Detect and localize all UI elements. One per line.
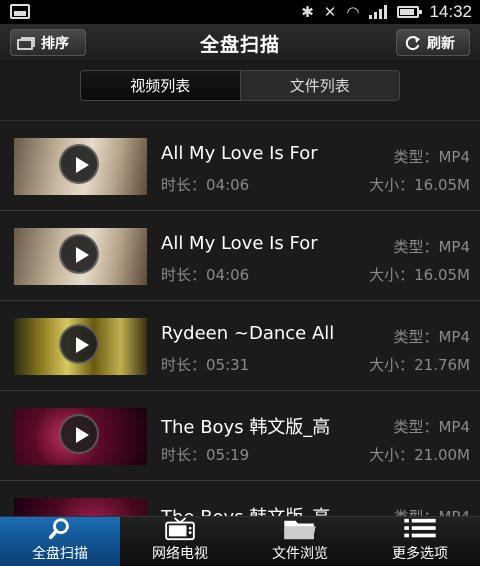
video-type: 类型：MP4 [393,328,470,346]
video-size: 大小：16.05M [369,176,470,194]
list-item[interactable]: The Boys 韩文版_高 类型：MP4 [0,481,480,516]
list-type-tabs: 视频列表 文件列表 [80,70,400,101]
status-bar: ✱ ✕ ◠ 14:32 [0,0,480,24]
video-name: Rydeen ~Dance All [161,323,335,344]
video-size: 大小：16.05M [369,266,470,284]
video-thumbnail [14,498,147,516]
video-type: 类型：MP4 [393,148,470,166]
notification-image-icon [10,4,30,19]
video-thumbnail [14,318,147,375]
refresh-icon [405,35,420,50]
list-item[interactable]: All My Love Is For 类型：MP4 时长：04:06 大小：16… [0,121,480,211]
video-type: 类型：MP4 [393,418,470,436]
video-duration: 时长：04:06 [161,266,250,284]
video-duration: 时长：05:31 [161,356,250,374]
video-size: 大小：21.76M [369,356,470,374]
video-thumbnail [14,408,147,465]
list-item[interactable]: Rydeen ~Dance All 类型：MP4 时长：05:31 大小：21.… [0,301,480,391]
video-size: 大小：21.00M [369,446,470,464]
tab-file-list[interactable]: 文件列表 [239,71,400,100]
nav-label: 文件浏览 [272,546,328,562]
nav-label: 全盘扫描 [32,546,88,562]
nav-full-scan[interactable]: 全盘扫描 [0,517,120,566]
video-duration: 时长：04:06 [161,176,250,194]
video-thumbnail [14,228,147,285]
video-thumbnail [14,138,147,195]
nav-more-options[interactable]: 更多选项 [360,517,480,566]
list-item[interactable]: The Boys 韩文版_高 类型：MP4 时长：05:19 大小：21.00M [0,391,480,481]
folder-icon [284,520,316,540]
tv-icon [165,517,195,541]
wifi-icon: ◠ [346,3,360,21]
video-duration: 时长：05:19 [161,446,250,464]
status-time: 14:32 [429,2,472,21]
title-bar: 排序 全盘扫描 刷新 [0,24,480,62]
signal-icon [369,5,388,19]
bluetooth-icon: ✱ [301,3,314,21]
mute-icon: ✕ [323,3,337,21]
play-icon [59,144,99,184]
search-icon [48,518,69,540]
video-name: The Boys 韩文版_高 [161,503,353,516]
video-type: 类型：MP4 [393,506,470,516]
tab-video-list[interactable]: 视频列表 [81,71,240,100]
nav-file-browse[interactable]: 文件浏览 [240,517,360,566]
video-name: All My Love Is For [161,143,318,164]
video-type: 类型：MP4 [393,238,470,256]
play-icon [59,324,99,364]
video-name: All My Love Is For [161,233,318,254]
video-list: All My Love Is For 类型：MP4 时长：04:06 大小：16… [0,120,480,516]
refresh-button[interactable]: 刷新 [396,29,470,56]
nav-network-tv[interactable]: 网络电视 [120,517,240,566]
battery-icon [397,6,423,18]
refresh-label: 刷新 [427,35,455,52]
video-name: The Boys 韩文版_高 [161,417,331,438]
list-item[interactable]: All My Love Is For 类型：MP4 时长：04:06 大小：16… [0,211,480,301]
play-icon [59,234,99,274]
play-icon [59,414,99,454]
status-icons: ✱ ✕ ◠ 14:32 [301,2,472,22]
nav-label: 更多选项 [392,546,448,562]
menu-list-icon [404,518,436,538]
bottom-nav: 全盘扫描 网络电视 文件浏览 更多选项 [0,516,480,566]
nav-label: 网络电视 [152,546,208,562]
